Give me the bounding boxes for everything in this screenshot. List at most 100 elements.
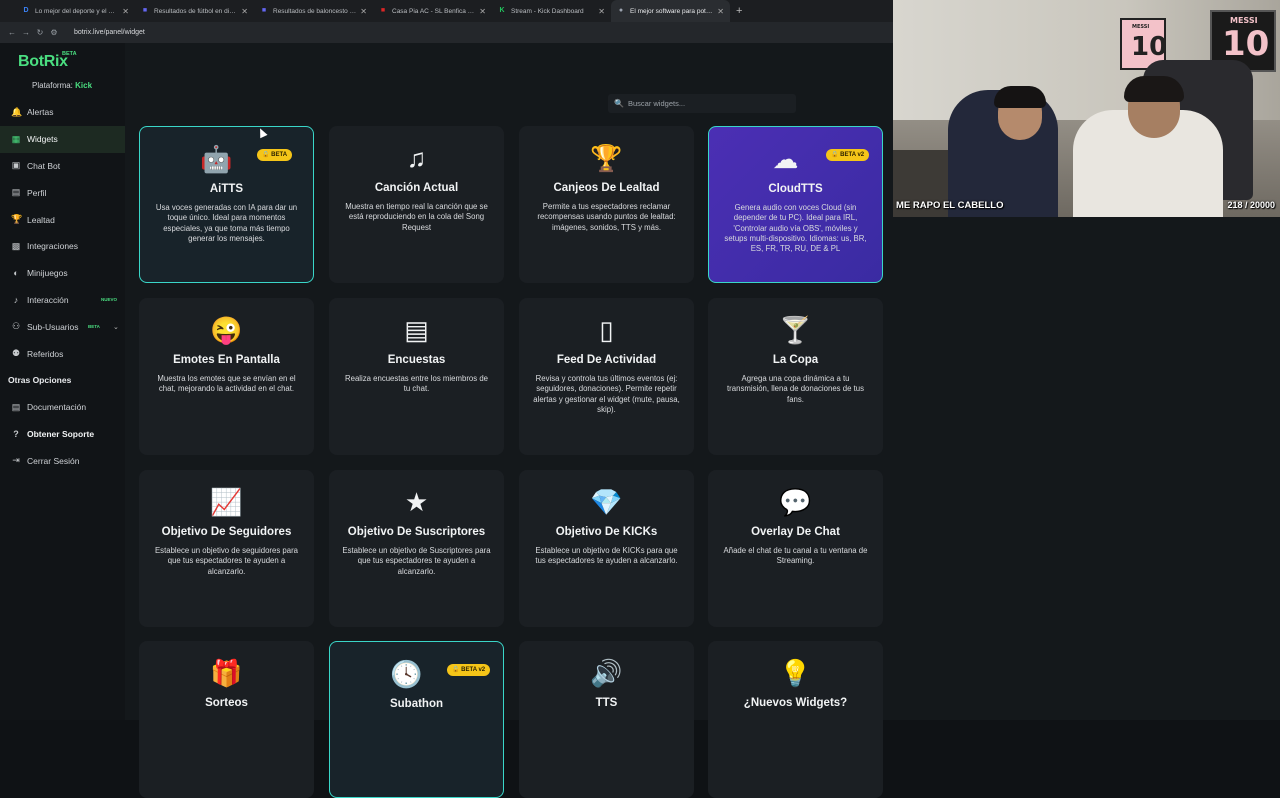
search-widgets-input[interactable]: 🔍 Buscar widgets...: [608, 94, 796, 113]
poster-small-name: MESSI: [1132, 24, 1150, 30]
browser-tab[interactable]: K Stream - Kick Dashboard ✕: [492, 0, 611, 22]
platform-indicator: Plataforma: Kick: [32, 81, 92, 90]
beta-badge-label: BETA v2: [461, 667, 486, 673]
chat-icon: ▣: [11, 160, 21, 171]
widget-card[interactable]: 🤖 AiTTS Usa voces generadas con IA para da…: [139, 126, 314, 283]
other-options-heading: Otras Opciones: [8, 375, 72, 386]
back-icon[interactable]: ←: [6, 28, 18, 37]
new-tab-icon[interactable]: +: [736, 5, 742, 17]
sidebar-item-lealtad[interactable]: 🏆 Lealtad: [0, 206, 125, 233]
forward-icon[interactable]: →: [20, 28, 32, 37]
chevron-down-icon[interactable]: ⌄: [113, 323, 119, 331]
close-tab-icon[interactable]: ✕: [360, 7, 367, 16]
widget-card-description: Permite a tus espectadores reclamar reco…: [537, 202, 676, 232]
streamer-right-hair: [1124, 76, 1184, 102]
widget-card-title: Emotes En Pantalla: [173, 354, 280, 366]
widget-card-title: Feed De Actividad: [556, 354, 657, 366]
poll-icon: ▤: [404, 315, 429, 345]
gamepad-icon: ◐: [13, 268, 19, 279]
widget-card-description: Añade el chat de tu canal a tu ventana d…: [723, 546, 868, 566]
widget-card[interactable]: 🏆 Canjeos De Lealtad Permite a tus especta…: [519, 126, 694, 283]
music-icon: ♪: [13, 294, 19, 305]
tab-label: El mejor software para potencia: [630, 7, 714, 15]
sidebar-item-documentaci-n[interactable]: ▤ Documentación: [0, 394, 125, 421]
widget-card-description: Revisa y controla tus últimos eventos (e…: [533, 374, 680, 414]
sidebar-item-chat-bot[interactable]: ▣ Chat Bot: [0, 153, 125, 180]
emote-icon: 😜: [210, 315, 243, 345]
widget-card-description: Muestra en tiempo real la canción que se…: [345, 202, 488, 232]
close-tab-icon[interactable]: ✕: [241, 7, 248, 16]
sidebar-item-sub-usuarios[interactable]: ⚇ Sub-Usuarios BETA ⌄: [0, 313, 125, 340]
trophy-icon: 🏆: [11, 214, 23, 225]
beta-badge: 🔒 BETA v2: [447, 664, 491, 676]
browser-tab[interactable]: ● El mejor software para potencia ✕: [611, 0, 730, 22]
browser-tab[interactable]: D Lo mejor del deporte y el entre ✕: [16, 0, 135, 22]
chart-icon: 📈: [210, 487, 243, 517]
widget-card-title: La Copa: [772, 354, 819, 366]
tab-favicon-icon: D: [23, 7, 29, 14]
sidebar: BotRix BETA Plataforma: Kick 🔔 Alertas ▦ Wi…: [0, 43, 125, 720]
sidebar-item-widgets[interactable]: ▦ Widgets: [0, 125, 125, 153]
sidebar-item-obtener-soporte[interactable]: ? Obtener Soporte: [0, 421, 125, 448]
widget-card-title: Overlay De Chat: [751, 526, 840, 538]
sidebar-item-perfil[interactable]: ▤ Perfil: [0, 179, 125, 206]
widget-card-title: Objetivo De KICKs: [555, 526, 658, 538]
site-info-icon[interactable]: ⚙: [48, 28, 60, 37]
url-field[interactable]: botrix.live/panel/widget: [74, 29, 145, 36]
widget-card-description: Establece un objetivo de seguidores para…: [154, 546, 299, 576]
tab-label: Resultados de baloncesto en di: [273, 7, 357, 15]
close-tab-icon[interactable]: ✕: [717, 7, 724, 16]
sidebar-item-integraciones[interactable]: ▩ Integraciones: [0, 233, 125, 260]
sidebar-item-label: Widgets: [27, 134, 58, 145]
tab-label: Casa Pia AC - SL Benfica Cuota: [392, 7, 476, 15]
sidebar-item-label: Cerrar Sesión: [27, 455, 80, 466]
widget-card-description: Usa voces generadas con IA para dar un t…: [155, 203, 298, 243]
widget-card[interactable]: 💬 Overlay De Chat Añade el chat de tu cana…: [708, 470, 883, 627]
widget-card[interactable]: ▤ Encuestas Realiza encuestas entre los mi…: [329, 298, 504, 455]
integrations-icon: ▩: [11, 240, 21, 251]
users-icon: ⚇: [11, 321, 21, 332]
comment-icon: 💬: [779, 487, 812, 517]
sidebar-item-cerrar-sesi-n[interactable]: ⇥ Cerrar Sesión: [0, 448, 125, 475]
tab-favicon-icon: ●: [618, 7, 624, 14]
widget-card-title: CloudTTS: [768, 183, 823, 195]
sidebar-item-label: Chat Bot: [27, 160, 61, 171]
widget-card[interactable]: 💎 Objetivo De KICKs Establece un objetivo …: [519, 470, 694, 627]
browser-tab[interactable]: ■ Resultados de baloncesto en di ✕: [254, 0, 373, 22]
browser-tab[interactable]: ■ Resultados de fútbol en direct ✕: [135, 0, 254, 22]
widget-card[interactable]: ▯ Feed De Actividad Revisa y controla tus …: [519, 298, 694, 455]
speaker-icon: 🔊: [590, 658, 623, 688]
sidebar-item-label: Sub-Usuarios: [27, 321, 79, 332]
close-tab-icon[interactable]: ✕: [598, 7, 605, 16]
close-tab-icon[interactable]: ✕: [122, 7, 129, 16]
sidebar-item-minijuegos[interactable]: ◐ Minijuegos: [0, 260, 125, 287]
star-icon: ★: [404, 487, 429, 517]
browser-tab[interactable]: ■ Casa Pia AC - SL Benfica Cuota✕: [373, 0, 492, 22]
widget-card[interactable]: 😜 Emotes En Pantalla Muestra los emotes qu…: [139, 298, 314, 455]
search-icon: 🔍: [614, 99, 624, 108]
sidebar-item-label: Perfil: [27, 187, 47, 198]
new-badge: NUEVO: [101, 297, 118, 303]
widget-card[interactable]: ♫ Canción Actual Muestra en tiempo real la…: [329, 126, 504, 283]
streamer-left-hair: [994, 86, 1046, 108]
tab-label: Stream - Kick Dashboard: [511, 7, 584, 15]
lightbulb-icon: 💡: [779, 658, 812, 688]
sidebar-item-referidos[interactable]: ⚉ Referidos: [0, 340, 125, 367]
widget-card[interactable]: ☁ CloudTTS Genera audio con voces Cloud (s…: [708, 126, 883, 283]
beta-badge-label: BETA: [271, 152, 288, 158]
sidebar-item-interacci-n[interactable]: ♪ Interacción NUEVO: [0, 287, 125, 314]
sidebar-item-label: Referidos: [27, 348, 64, 359]
cup-icon: 🍸: [779, 315, 812, 345]
stream-goal-counter: 218 / 20000: [1227, 200, 1275, 210]
widget-card-title: Canjeos De Lealtad: [553, 182, 660, 194]
close-tab-icon[interactable]: ✕: [479, 7, 486, 16]
widget-card[interactable]: ★ Objetivo De Suscriptores Establece un ob…: [329, 470, 504, 627]
widget-card[interactable]: 🍸 La Copa Agrega una copa dinámica a tu tr…: [708, 298, 883, 455]
tab-label: Resultados de fútbol en direct: [154, 7, 238, 15]
sidebar-item-label: Lealtad: [27, 214, 55, 225]
botrix-logo[interactable]: BotRix: [18, 53, 68, 71]
sidebar-item-alertas[interactable]: 🔔 Alertas: [0, 99, 125, 126]
widget-card[interactable]: 📈 Objetivo De Seguidores Establece un obje…: [139, 470, 314, 627]
platform-label: Plataforma:: [32, 81, 73, 90]
reload-icon[interactable]: ↻: [34, 28, 46, 37]
